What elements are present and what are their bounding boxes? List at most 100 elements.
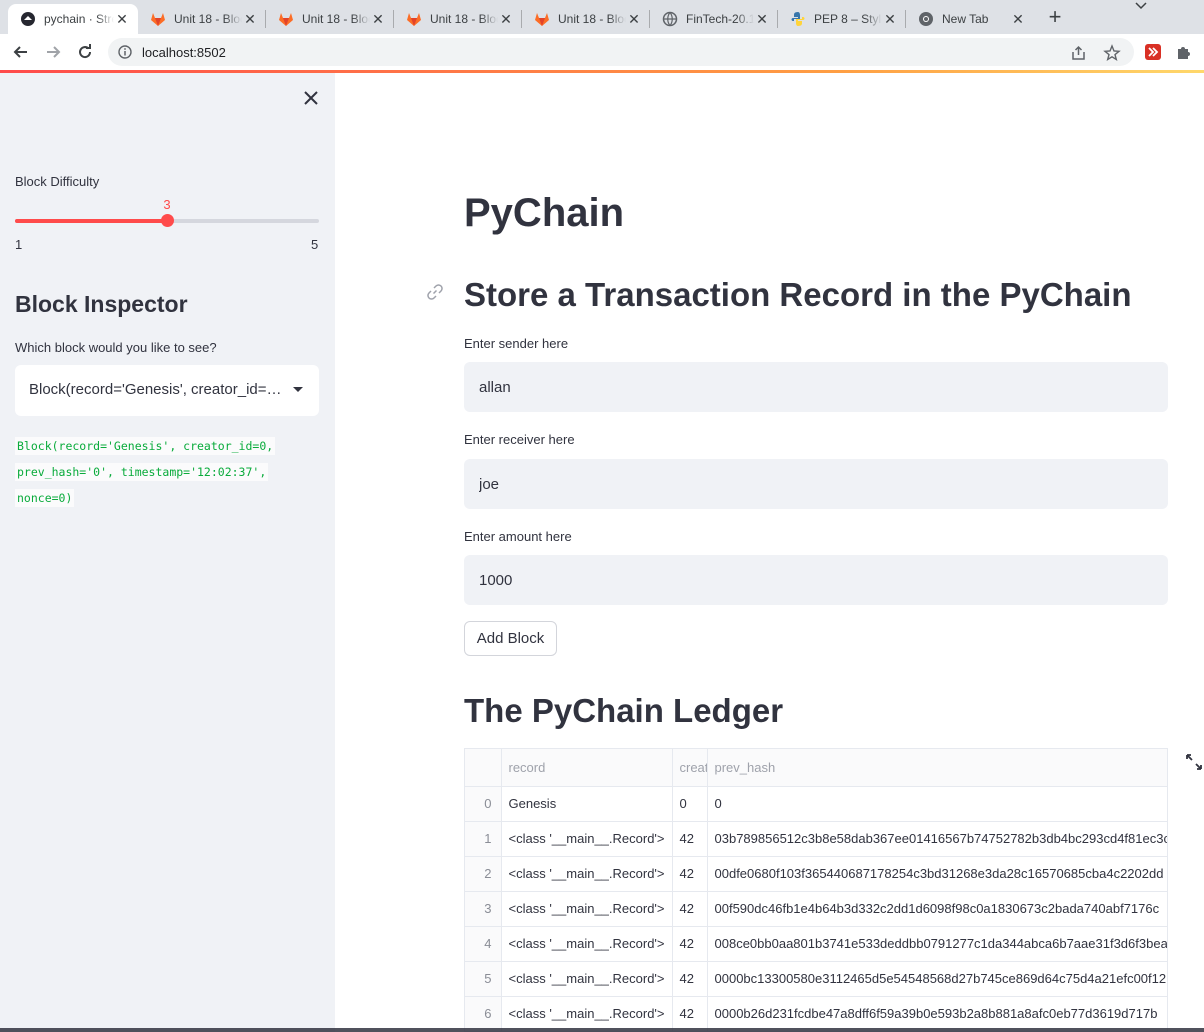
extension-red-icon[interactable] xyxy=(1140,39,1166,65)
record-cell[interactable]: <class '__main__.Record'> xyxy=(501,856,673,892)
tab-title: Unit 18 - Blockchain xyxy=(302,12,370,26)
add-block-button[interactable]: Add Block xyxy=(464,621,557,656)
prev-hash-cell[interactable]: 00dfe0680f103f365440687178254c3bd31268e3… xyxy=(707,856,1167,892)
browser-tab-6[interactable]: PEP 8 – Style Guide ✕ xyxy=(778,4,906,34)
slider-max-label: 5 xyxy=(311,237,319,252)
close-icon[interactable]: ✕ xyxy=(754,11,770,28)
prev-hash-cell[interactable]: 0000b26d231fcdbe47a8dff6f59a39b0e593b2a8… xyxy=(707,996,1167,1032)
block-inspector-title: Block Inspector xyxy=(15,291,188,317)
slider-min-label: 1 xyxy=(15,237,23,252)
difficulty-slider[interactable] xyxy=(15,214,319,227)
amount-label: Enter amount here xyxy=(464,529,572,544)
amount-input[interactable] xyxy=(464,555,1168,605)
browser-tab-4[interactable]: Unit 18 - Blockchain ✕ xyxy=(522,4,650,34)
ledger-title: The PyChain Ledger xyxy=(464,692,784,729)
table-row: 5 <class '__main__.Record'> 42 0000bc133… xyxy=(465,961,1167,997)
streamlit-icon xyxy=(20,11,36,27)
receiver-input[interactable] xyxy=(464,459,1168,509)
caret-down-icon xyxy=(293,387,303,392)
receiver-label: Enter receiver here xyxy=(464,432,575,447)
gitlab-icon xyxy=(534,11,550,27)
creator-id-cell[interactable]: 42 xyxy=(672,821,708,857)
globe-icon xyxy=(662,11,678,27)
row-index: 0 xyxy=(465,786,502,822)
record-cell[interactable]: Genesis xyxy=(501,786,673,822)
block-code: Block(record='Genesis', creator_id=0, pr… xyxy=(15,433,315,511)
row-index: 5 xyxy=(465,961,502,997)
browser-tab-2[interactable]: Unit 18 - Blockchain ✕ xyxy=(266,4,394,34)
sender-input[interactable] xyxy=(464,362,1168,412)
close-icon[interactable]: ✕ xyxy=(114,11,130,28)
column-header-index[interactable] xyxy=(465,749,502,787)
browser-tab-1[interactable]: Unit 18 - Blockchain ✕ xyxy=(138,4,266,34)
tab-title: PEP 8 – Style Guide xyxy=(814,12,882,26)
select-label: Which block would you like to see? xyxy=(15,340,217,355)
creator-id-cell[interactable]: 42 xyxy=(672,961,708,997)
tab-title: Unit 18 - Blockchain xyxy=(430,12,498,26)
chevron-down-icon[interactable] xyxy=(1132,0,1150,14)
browser-tab-0[interactable]: pychain · Streamlit ✕ xyxy=(8,4,138,34)
record-cell[interactable]: <class '__main__.Record'> xyxy=(501,821,673,857)
page-title: PyChain xyxy=(464,191,625,235)
column-header-creator-id[interactable]: creator_id xyxy=(672,749,708,787)
reload-icon[interactable] xyxy=(72,39,98,65)
tab-title: FinTech-20.11 xyxy=(686,12,754,26)
back-icon[interactable] xyxy=(8,39,34,65)
creator-id-cell[interactable]: 42 xyxy=(672,891,708,927)
table-row: 4 <class '__main__.Record'> 42 008ce0bb0… xyxy=(465,926,1167,962)
share-icon[interactable] xyxy=(1070,44,1088,62)
code-line: prev_hash='0', timestamp='12:02:37', xyxy=(15,463,269,481)
table-row: 6 <class '__main__.Record'> 42 0000b26d2… xyxy=(465,996,1167,1032)
address-bar[interactable]: localhost:8502 xyxy=(108,38,1134,66)
tab-title: New Tab xyxy=(942,12,989,26)
creator-id-cell[interactable]: 42 xyxy=(672,996,708,1032)
row-index: 3 xyxy=(465,891,502,927)
extensions-puzzle-icon[interactable] xyxy=(1171,39,1197,65)
record-cell[interactable]: <class '__main__.Record'> xyxy=(501,891,673,927)
close-icon[interactable]: ✕ xyxy=(498,11,514,28)
close-icon[interactable]: ✕ xyxy=(242,11,258,28)
slider-thumb[interactable] xyxy=(161,214,174,227)
table-header-row: record creator_id prev_hash xyxy=(465,749,1167,787)
table-row: 3 <class '__main__.Record'> 42 00f590dc4… xyxy=(465,891,1167,927)
close-icon[interactable]: ✕ xyxy=(626,11,642,28)
record-cell[interactable]: <class '__main__.Record'> xyxy=(501,996,673,1032)
creator-id-cell[interactable]: 42 xyxy=(672,856,708,892)
gitlab-icon xyxy=(406,11,422,27)
creator-id-cell[interactable]: 0 xyxy=(672,786,708,822)
prev-hash-cell[interactable]: 0000bc13300580e3112465d5e54548568d27b745… xyxy=(707,961,1167,997)
sender-label: Enter sender here xyxy=(464,336,569,351)
row-index: 6 xyxy=(465,996,502,1032)
close-icon[interactable]: ✕ xyxy=(370,11,386,28)
fullscreen-icon[interactable] xyxy=(1185,753,1203,771)
browser-tab-5[interactable]: FinTech-20.11 ✕ xyxy=(650,4,778,34)
prev-hash-cell[interactable]: 03b789856512c3b8e58dab367ee01416567b7475… xyxy=(707,821,1167,857)
close-icon[interactable] xyxy=(300,87,322,109)
info-icon[interactable] xyxy=(118,45,132,59)
code-line: Block(record='Genesis', creator_id=0, xyxy=(15,437,276,455)
prev-hash-cell[interactable]: 00f590dc46fb1e4b64b3d332c2dd1d6098f98c0a… xyxy=(707,891,1167,927)
link-icon[interactable] xyxy=(426,283,444,301)
slider-fill xyxy=(15,219,167,223)
record-cell[interactable]: <class '__main__.Record'> xyxy=(501,926,673,962)
gitlab-icon xyxy=(150,11,166,27)
table-row: 1 <class '__main__.Record'> 42 03b789856… xyxy=(465,821,1167,857)
prev-hash-cell[interactable]: 008ce0bb0aa801b3741e533deddbb0791277c1da… xyxy=(707,926,1167,962)
gitlab-icon xyxy=(278,11,294,27)
ledger-table[interactable]: record creator_id prev_hash 0 Genesis 0 … xyxy=(464,748,1168,1032)
table-row: 0 Genesis 0 0 xyxy=(465,786,1167,822)
close-icon[interactable]: ✕ xyxy=(1010,11,1026,28)
browser-tab-3[interactable]: Unit 18 - Blockchain ✕ xyxy=(394,4,522,34)
column-header-record[interactable]: record xyxy=(501,749,673,787)
forward-icon[interactable] xyxy=(40,39,66,65)
star-icon[interactable] xyxy=(1103,44,1121,62)
block-select[interactable]: Block(record='Genesis', creator_id=0, pr… xyxy=(15,365,319,416)
record-cell[interactable]: <class '__main__.Record'> xyxy=(501,961,673,997)
new-tab-button[interactable]: + xyxy=(1043,6,1067,30)
creator-id-cell[interactable]: 42 xyxy=(672,926,708,962)
row-index: 1 xyxy=(465,821,502,857)
browser-tab-7[interactable]: New Tab ✕ xyxy=(906,4,1034,34)
close-icon[interactable]: ✕ xyxy=(882,11,898,28)
prev-hash-cell[interactable]: 0 xyxy=(707,786,1167,822)
column-header-prev-hash[interactable]: prev_hash xyxy=(707,749,1167,787)
